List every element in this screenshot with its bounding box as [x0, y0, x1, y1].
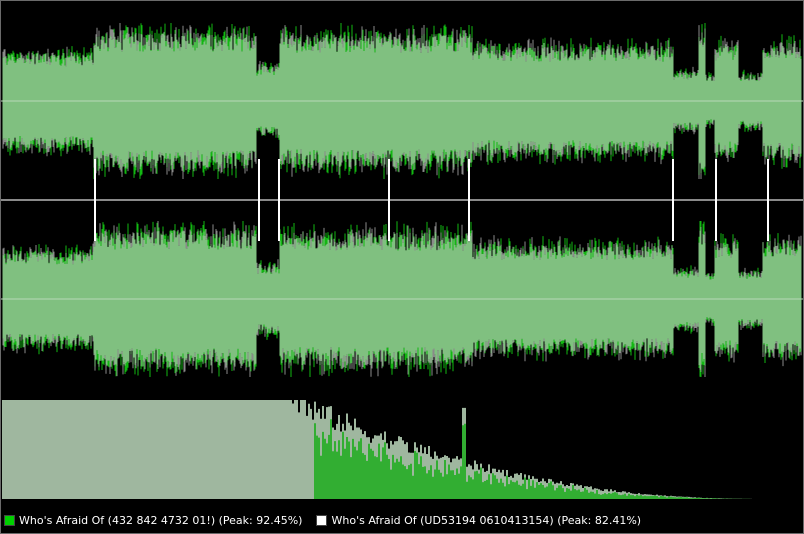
legend-item-track-2: Who's Afraid Of (UD53194 0610413154) (Pe…	[316, 514, 641, 527]
legend: Who's Afraid Of (432 842 4732 01!) (Peak…	[4, 511, 641, 529]
spectrum-chart	[2, 400, 752, 499]
legend-label-track-2: Who's Afraid Of (UD53194 0610413154) (Pe…	[331, 513, 642, 527]
legend-swatch-track-1	[4, 514, 15, 526]
spectrum-bars-light	[2, 400, 752, 499]
legend-item-track-1: Who's Afraid Of (432 842 4732 01!) (Peak…	[4, 514, 302, 527]
right-channel-waveform	[1, 221, 803, 377]
left-channel-waveform	[1, 23, 803, 179]
waveform-canvas[interactable]	[1, 1, 803, 533]
left-channel-waveform-body	[2, 28, 802, 175]
legend-swatch-track-2	[316, 514, 328, 526]
spectrum-bars-green	[314, 419, 750, 499]
legend-label-track-1: Who's Afraid Of (432 842 4732 01!) (Peak…	[19, 513, 303, 527]
waveform-window: Who's Afraid Of (432 842 4732 01!) (Peak…	[0, 0, 804, 534]
